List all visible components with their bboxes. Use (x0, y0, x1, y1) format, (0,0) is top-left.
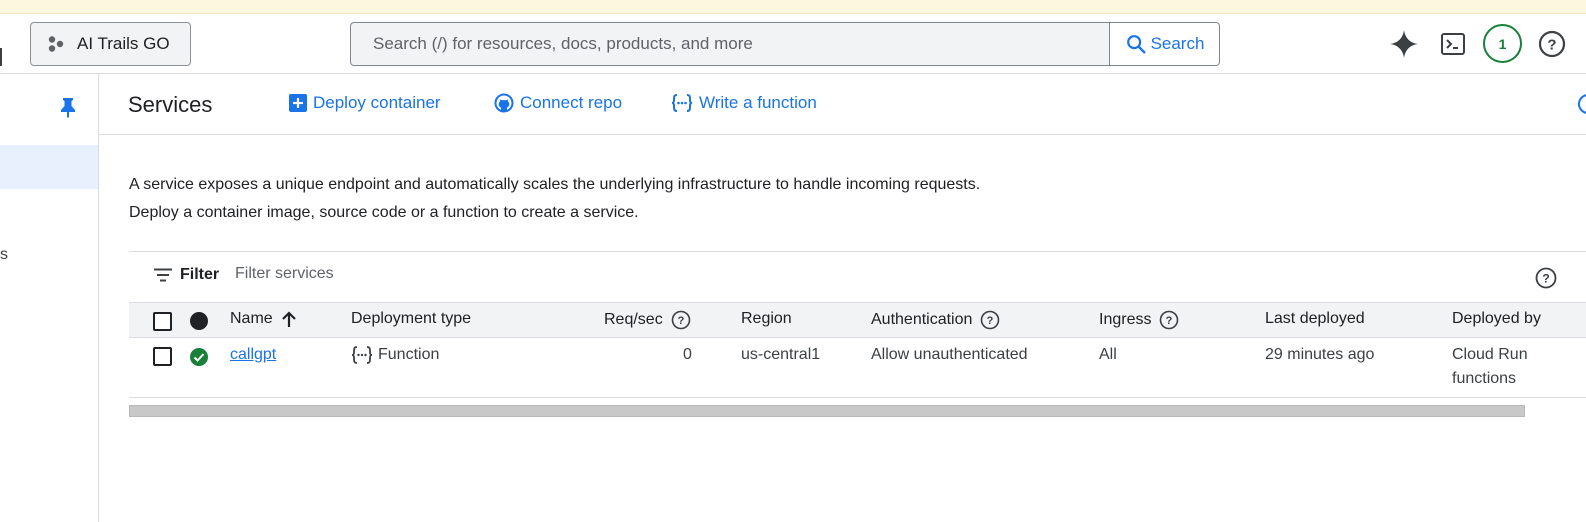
notification-count-badge[interactable]: 1 (1483, 24, 1522, 63)
left-nav: s (0, 74, 99, 522)
column-header-last-deployed[interactable]: Last deployed (1265, 310, 1365, 328)
column-last-deployed-label: Last deployed (1265, 310, 1365, 327)
help-icon[interactable]: ? (1536, 28, 1568, 60)
search-input[interactable] (351, 23, 1109, 65)
ingress-value: All (1099, 346, 1117, 363)
deployed-by-value-line-2: functions (1452, 370, 1517, 387)
search-box: Search (350, 22, 1220, 66)
pin-icon[interactable] (59, 96, 77, 123)
function-icon (671, 94, 693, 112)
page-title: Services (128, 92, 213, 117)
column-req-sec-label: Req/sec (604, 311, 663, 328)
svg-text:?: ? (1542, 272, 1549, 286)
filter-icon (154, 268, 172, 282)
column-header-deployed-by[interactable]: Deployed by (1452, 310, 1541, 328)
table-row[interactable]: callgpt Function 0 us-central1 Allow una… (129, 338, 1586, 398)
write-function-button[interactable]: Write a function (671, 93, 817, 113)
svg-text:?: ? (1166, 315, 1173, 327)
filter-input[interactable] (235, 265, 635, 283)
project-picker-button[interactable]: AI Trails GO (30, 22, 191, 66)
column-deployed-by-label: Deployed by (1452, 310, 1541, 327)
req-sec-value: 0 (683, 346, 692, 363)
column-header-region[interactable]: Region (741, 310, 792, 328)
service-name-link[interactable]: callgpt (230, 346, 276, 364)
column-header-ingress[interactable]: Ingress ? (1099, 310, 1179, 330)
gemini-sparkle-icon[interactable] (1388, 28, 1420, 60)
horizontal-scrollbar[interactable] (129, 405, 1525, 417)
write-function-label: Write a function (699, 93, 817, 112)
search-icon (1126, 35, 1146, 54)
project-icon (48, 36, 64, 52)
column-deployment-type-label: Deployment type (351, 310, 472, 327)
column-header-authentication[interactable]: Authentication ? (871, 310, 1000, 330)
function-icon (351, 346, 373, 364)
deployment-type-cell: Function (351, 346, 439, 364)
search-button-label: Search (1150, 34, 1205, 53)
deployed-by-value-line-1: Cloud Run (1452, 346, 1528, 363)
connect-repo-label: Connect repo (520, 93, 623, 112)
notice-banner (0, 0, 1586, 14)
menu-edge-icon[interactable] (0, 48, 2, 66)
status-ok-icon (190, 348, 208, 371)
description-line-1: A service exposes a unique endpoint and … (129, 176, 981, 193)
column-ingress-label: Ingress (1099, 311, 1152, 328)
filter-button[interactable]: Filter (154, 266, 219, 284)
search-button[interactable]: Search (1109, 23, 1219, 65)
nav-item-services[interactable] (0, 145, 98, 189)
filter-label: Filter (180, 266, 220, 283)
deployment-type-value: Function (378, 346, 440, 363)
authentication-value: Allow unauthenticated (871, 346, 1028, 363)
add-box-icon (289, 94, 307, 112)
help-icon[interactable]: ? (671, 310, 691, 330)
connect-repo-button[interactable]: Connect repo (494, 93, 622, 113)
deploy-container-button[interactable]: Deploy container (289, 93, 441, 113)
refresh-icon[interactable] (1578, 94, 1586, 114)
table-header: Name Deployment type Req/sec ? Region Au… (129, 302, 1586, 338)
select-all-checkbox[interactable] (153, 312, 172, 331)
status-column-icon (190, 312, 208, 330)
filter-bar: Filter ? (129, 251, 1586, 302)
cloud-shell-icon[interactable] (1437, 28, 1469, 60)
column-name-label: Name (230, 310, 273, 327)
page-header: Services Deploy container Connect repo W… (99, 74, 1586, 135)
column-header-req-sec[interactable]: Req/sec ? (604, 310, 691, 330)
help-icon[interactable]: ? (1159, 310, 1179, 330)
svg-text:?: ? (987, 315, 994, 327)
top-bar: AI Trails GO Search 1 ? (0, 14, 1586, 74)
nav-item-label[interactable]: s (0, 246, 8, 264)
column-authentication-label: Authentication (871, 311, 973, 328)
svg-text:?: ? (1547, 37, 1556, 54)
description-line-2: Deploy a container image, source code or… (129, 204, 639, 221)
deploy-container-label: Deploy container (313, 93, 441, 112)
region-value: us-central1 (741, 346, 821, 363)
column-region-label: Region (741, 310, 792, 327)
project-name: AI Trails GO (77, 34, 170, 53)
last-deployed-value: 29 minutes ago (1265, 346, 1375, 363)
svg-text:?: ? (677, 315, 684, 327)
github-icon (494, 93, 514, 113)
sort-ascending-icon (281, 311, 296, 327)
column-header-deployment-type[interactable]: Deployment type (351, 310, 471, 328)
column-header-name[interactable]: Name (230, 310, 297, 328)
row-checkbox[interactable] (153, 347, 172, 366)
help-icon[interactable]: ? (980, 310, 1000, 330)
filter-help-icon[interactable]: ? (1535, 267, 1557, 294)
